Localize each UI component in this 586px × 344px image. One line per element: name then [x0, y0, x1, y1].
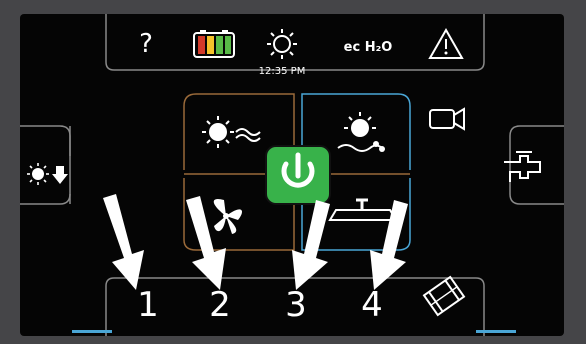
- left-side-frame: [20, 125, 71, 205]
- ui-canvas: ? 12:35 PM ec H₂O 1 2 3 4: [20, 14, 564, 336]
- display-screen: ? 12:35 PM ec H₂O 1 2 3 4: [20, 14, 564, 336]
- top-status-frame: [105, 14, 485, 71]
- arrow-down-icon: [52, 166, 68, 184]
- preset-label-4[interactable]: 4: [361, 285, 383, 325]
- sun-cloud-icon[interactable]: [267, 29, 297, 59]
- preset-label-2[interactable]: 2: [209, 285, 231, 325]
- eco-water-label[interactable]: ec H₂O: [344, 40, 393, 55]
- arrow-1-icon: [103, 194, 144, 290]
- sun-water-icon[interactable]: [337, 112, 385, 152]
- power-button[interactable]: [265, 145, 331, 205]
- clock-time: 12:35 PM: [259, 66, 306, 77]
- arrow-3-icon: [292, 200, 330, 290]
- preset-label-1[interactable]: 1: [137, 285, 159, 325]
- sprinkler-icon[interactable]: [328, 198, 398, 221]
- video-camera-icon[interactable]: [429, 107, 465, 131]
- bottom-left-indicator: [72, 330, 112, 333]
- right-side-frame: [509, 125, 564, 205]
- sun-wind-icon[interactable]: [202, 116, 261, 148]
- fan-icon[interactable]: [213, 198, 242, 234]
- arrow-4-icon: [370, 200, 408, 290]
- bottom-right-indicator: [476, 330, 516, 333]
- warning-icon[interactable]: [428, 27, 464, 59]
- sun-down-button[interactable]: [27, 163, 68, 185]
- battery-icon: [193, 30, 235, 58]
- help-button[interactable]: ?: [139, 29, 153, 59]
- preset-label-3[interactable]: 3: [285, 285, 307, 325]
- device-frame: ? 12:35 PM ec H₂O 1 2 3 4: [0, 0, 586, 344]
- film-icon[interactable]: [422, 275, 466, 317]
- help-label: ?: [139, 29, 153, 59]
